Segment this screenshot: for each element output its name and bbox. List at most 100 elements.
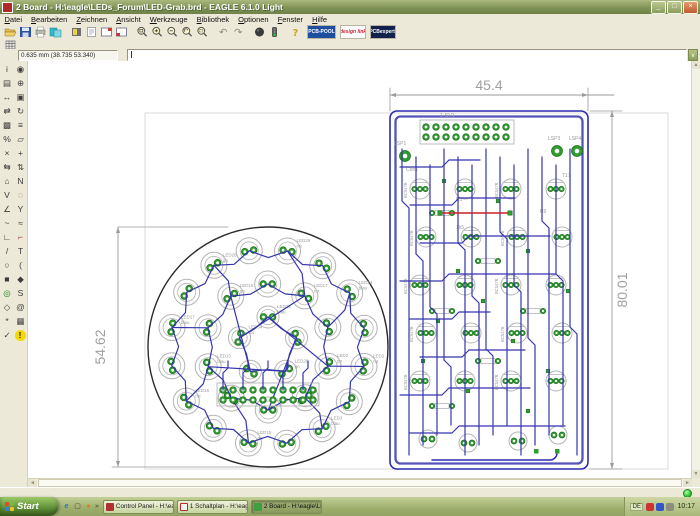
tray-shield-icon[interactable] [656,503,664,511]
errors-tool-icon[interactable]: ! [15,330,26,341]
miter-tool-icon[interactable]: ∠ [1,203,14,216]
print-icon[interactable] [33,25,48,39]
change-tool-icon[interactable]: ≡ [14,119,27,132]
grid-icon[interactable] [3,40,18,49]
route-tool-icon[interactable]: ∟ [1,231,14,244]
menu-item-datei[interactable]: Datei [0,15,27,24]
drc-tool-icon[interactable]: ✓ [1,329,14,342]
board-drawing[interactable]: 45.480.0154.62LED2rotLED3blauLED15gnLED1… [28,61,692,478]
hole-tool-icon[interactable]: ◇ [1,301,14,314]
arc-tool-icon[interactable]: ( [14,259,27,272]
help-icon[interactable]: ? [288,25,303,39]
smash-tool-icon[interactable]: ◌ [14,189,27,202]
scroll-down-icon[interactable]: ▼ [692,470,700,478]
stop-icon[interactable] [252,25,267,39]
redo-icon[interactable]: ↷ [231,25,246,39]
svg-text:rot: rot [195,394,201,399]
svg-text:LED29: LED29 [295,358,309,363]
tray-red-icon[interactable] [646,503,654,511]
paste-tool-icon[interactable]: ▱ [14,133,27,146]
zoom-out-icon[interactable] [165,25,180,39]
group-tool-icon[interactable]: ▩ [1,119,14,132]
zoom-fit-icon[interactable] [135,25,150,39]
split-tool-icon[interactable]: Y [14,203,27,216]
internet-explorer-icon[interactable]: e [62,502,71,511]
maximize-button[interactable]: □ [667,1,682,14]
cut-tool-icon[interactable]: % [1,133,14,146]
move-tool-icon[interactable]: ↔ [1,91,14,104]
delete-tool-icon[interactable]: × [1,147,14,160]
go-icon[interactable] [267,25,282,39]
wire-tool-icon[interactable]: / [1,245,14,258]
minimize-button[interactable]: _ [651,1,666,14]
optimize-tool-icon[interactable]: ~ [1,217,14,230]
show-desktop-icon[interactable]: ▢ [73,502,82,511]
zoom-in-icon[interactable] [150,25,165,39]
use-library-icon[interactable] [69,25,84,39]
menu-item-fenster[interactable]: Fenster [273,15,307,24]
zoom-select-icon[interactable] [195,25,210,39]
mark-tool-icon[interactable]: ⊕ [14,77,27,90]
start-button[interactable]: Start [0,497,58,516]
taskbar-task-1-schaltplan[interactable]: 1 Schaltplan - H:\eagl... [177,500,248,514]
save-icon[interactable] [18,25,33,39]
copy-tool-icon[interactable]: ▣ [14,91,27,104]
undo-icon[interactable]: ↶ [216,25,231,39]
name-tool-icon[interactable]: N [14,175,27,188]
attribute-tool-icon[interactable]: @ [14,301,27,314]
vertical-scrollbar[interactable]: ▲ ▼ [691,61,700,478]
menu-item-optionen[interactable]: Optionen [234,15,273,24]
title-bar[interactable]: 2 Board - H:\eagle\LEDs_Forum\LED-Grab.b… [0,0,700,14]
ratsnest-tool-icon[interactable]: * [1,315,14,328]
ad-banner-pcbexperts[interactable]: PCBexperts [370,25,396,39]
ripup-tool-icon[interactable]: ⌐ [14,231,27,244]
menu-item-bearbeiten[interactable]: Bearbeiten [27,15,72,24]
taskbar-task-control-pane[interactable]: Control Panel - H:\ea... [103,500,174,514]
window-mark-icon[interactable] [114,25,129,39]
board-canvas[interactable]: 45.480.0154.62LED2rotLED3blauLED15gnLED1… [28,61,692,478]
via-tool-icon[interactable]: ◎ [1,287,14,300]
mirror-tool-icon[interactable]: ⇄ [1,105,14,118]
info-tool-icon[interactable]: i [1,63,14,76]
menu-item-ansicht[interactable]: Ansicht [112,15,146,24]
add-tool-icon[interactable]: + [14,147,27,160]
hscroll-thumb[interactable] [38,479,682,487]
menu-item-hilfe[interactable]: Hilfe [308,15,332,24]
replace-tool-icon[interactable]: ⇅ [14,161,27,174]
menu-item-bibliothek[interactable]: Bibliothek [192,15,234,24]
language-indicator[interactable]: DE [630,503,643,511]
ad-banner-pcb-pool[interactable]: PCB-POOL [307,25,336,39]
zoom-redraw-icon[interactable] [180,25,195,39]
scroll-left-icon[interactable]: ◄ [28,479,37,487]
window-select-icon[interactable] [99,25,114,39]
circle-tool-icon[interactable]: ○ [1,259,14,272]
rect-tool-icon[interactable]: ■ [1,273,14,286]
menu-item-werkzeuge[interactable]: Werkzeuge [145,15,192,24]
command-line-input[interactable] [127,49,687,61]
menu-item-zeichnen[interactable]: Zeichnen [72,15,112,24]
polygon-tool-icon[interactable]: ◆ [14,273,27,286]
value-tool-icon[interactable]: V [1,189,14,202]
autorouter-tool-icon[interactable]: ▦ [14,315,27,328]
rotate-tool-icon[interactable]: ↻ [14,105,27,118]
scroll-up-icon[interactable]: ▲ [692,61,700,69]
quick-launch-chevron-icon[interactable]: » [95,503,99,510]
ad-banner-design-link[interactable]: design link [340,25,366,39]
display-tool-icon[interactable]: ▤ [1,77,14,90]
run-script-icon[interactable] [84,25,99,39]
cam-processor-icon[interactable] [48,25,63,39]
signal-tool-icon[interactable]: S [14,287,27,300]
scroll-right-icon[interactable]: ► [683,479,692,487]
horizontal-scrollbar[interactable]: ◄ ► [28,478,692,487]
open-icon[interactable] [3,25,18,39]
taskbar-task-2-board-h[interactable]: 2 Board - H:\eagle\LE... [251,500,322,514]
pinswap-tool-icon[interactable]: ⇆ [1,161,14,174]
meander-tool-icon[interactable]: ≈ [14,217,27,230]
firefox-icon[interactable]: ● [84,502,93,511]
tray-display-icon[interactable] [666,503,674,511]
text-tool-icon[interactable]: T [14,245,27,258]
close-button[interactable]: × [683,1,698,14]
show-tool-icon[interactable]: ◉ [14,63,27,76]
command-dropdown-button[interactable]: ∨ [688,49,698,61]
lock-tool-icon[interactable]: ⌂ [1,175,14,188]
